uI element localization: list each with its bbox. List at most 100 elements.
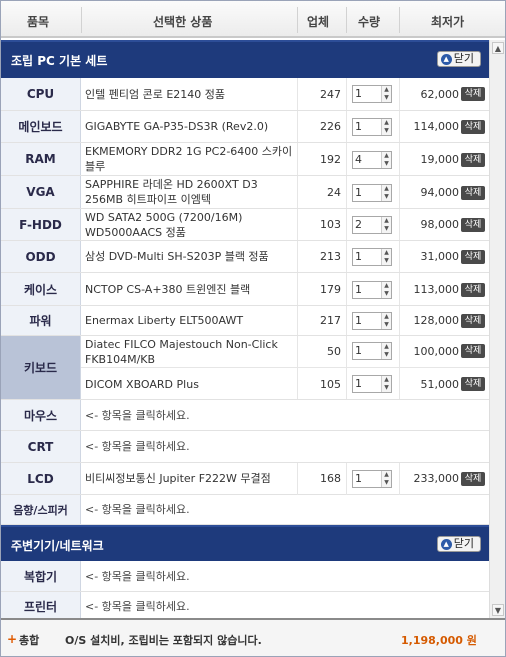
product-name[interactable]: Enermax Liberty ELT500AWT — [85, 306, 295, 335]
product-name[interactable]: WD SATA2 500G (7200/16M) WD5000AACS 정품 — [85, 209, 295, 240]
spin-arrows-icon[interactable]: ▲ ▼ — [381, 217, 391, 233]
delete-button[interactable]: 삭제 — [461, 218, 485, 232]
delete-button[interactable]: 삭제 — [461, 87, 485, 101]
quantity-stepper[interactable]: 1 ▲ ▼ — [352, 342, 392, 360]
price: 98,000 — [420, 218, 460, 231]
quantity-stepper[interactable]: 1 ▲ ▼ — [352, 375, 392, 393]
category-hdd[interactable]: F-HDD — [1, 209, 81, 240]
table-row: VGA SAPPHIRE 라데온 HD 2600XT D3 256MB 히트파이… — [1, 176, 489, 209]
vendor-count: 168 — [320, 472, 341, 485]
price: 233,000 — [413, 472, 460, 485]
vendor-count: 50 — [327, 345, 341, 358]
product-name[interactable]: 비티씨정보통신 Jupiter F222W 무결점 — [85, 463, 295, 494]
category-cpu[interactable]: CPU — [1, 78, 81, 110]
quantity-stepper[interactable]: 2 ▲ ▼ — [352, 216, 392, 234]
table-row: 음향/스피커 <- 항목을 클릭하세요. — [1, 495, 489, 525]
vendor-count: 103 — [320, 218, 341, 231]
delete-button[interactable]: 삭제 — [461, 377, 485, 391]
category-vga[interactable]: VGA — [1, 176, 81, 208]
product-name[interactable]: 삼성 DVD-Multi SH-S203P 블랙 정품 — [85, 241, 295, 272]
vertical-scrollbar[interactable]: ▲ ▼ — [489, 40, 505, 618]
category-lcd[interactable]: LCD — [1, 463, 81, 494]
category-case[interactable]: 케이스 — [1, 273, 81, 305]
spin-arrows-icon[interactable]: ▲ ▼ — [381, 343, 391, 359]
delete-button[interactable]: 삭제 — [461, 283, 485, 297]
product-name[interactable]: 인텔 펜티엄 콘로 E2140 정품 — [85, 78, 295, 110]
table-row: 마우스 <- 항목을 클릭하세요. — [1, 400, 489, 431]
table-row: RAM EKMEMORY DDR2 1G PC2-6400 스카이블루 192 … — [1, 143, 489, 176]
delete-button[interactable]: 삭제 — [461, 314, 485, 328]
table-row: 메인보드 GIGABYTE GA-P35-DS3R (Rev2.0) 226 1… — [1, 111, 489, 143]
product-name[interactable]: DICOM XBOARD Plus — [85, 368, 295, 400]
quantity-stepper[interactable]: 1 ▲ ▼ — [352, 85, 392, 103]
spin-arrows-icon[interactable]: ▲ ▼ — [381, 152, 391, 168]
category-power[interactable]: 파워 — [1, 306, 81, 335]
category-printer[interactable]: 프린터 — [1, 592, 81, 618]
category-mainboard[interactable]: 메인보드 — [1, 111, 81, 142]
vendor-count: 217 — [320, 314, 341, 327]
quantity-stepper[interactable]: 1 ▲ ▼ — [352, 118, 392, 136]
product-name[interactable]: GIGABYTE GA-P35-DS3R (Rev2.0) — [85, 111, 295, 142]
price: 94,000 — [420, 185, 460, 199]
total-price: 1,198,000 원 — [401, 634, 477, 647]
product-name[interactable]: Diatec FILCO Majestouch Non-Click FKB104… — [85, 336, 295, 367]
category-mfp[interactable]: 복합기 — [1, 561, 81, 591]
scroll-down-icon[interactable]: ▼ — [492, 604, 504, 616]
collapse-button[interactable]: ▲ 닫기 — [436, 536, 481, 552]
product-name[interactable]: SAPPHIRE 라데온 HD 2600XT D3 256MB 히트파이프 이엠… — [85, 176, 295, 208]
spin-arrows-icon[interactable]: ▲ ▼ — [381, 282, 391, 298]
collapse-icon: ▲ — [440, 53, 452, 65]
delete-button[interactable]: 삭제 — [461, 344, 485, 358]
price: 100,000 — [413, 345, 460, 358]
header-qty: 수량 — [358, 15, 381, 29]
spin-arrows-icon[interactable]: ▲ ▼ — [381, 185, 391, 201]
table-row: 복합기 <- 항목을 클릭하세요. — [1, 561, 489, 592]
total-label: 총합 — [19, 634, 40, 647]
plus-icon: + — [7, 632, 18, 646]
price: 113,000 — [413, 282, 460, 296]
category-crt[interactable]: CRT — [1, 431, 81, 462]
spin-arrows-icon[interactable]: ▲ ▼ — [381, 471, 391, 487]
spin-arrows-icon[interactable]: ▲ ▼ — [381, 313, 391, 329]
table-row: F-HDD WD SATA2 500G (7200/16M) WD5000AAC… — [1, 209, 489, 241]
cart-panel: 품목 선택한 상품 업체 수량 최저가 조립 PC 기본 세트 ▲ 닫기 CPU… — [0, 0, 506, 657]
section-title: 주변기기/네트워크 — [11, 539, 104, 553]
collapse-button[interactable]: ▲ 닫기 — [436, 51, 481, 67]
vendor-count: 247 — [320, 87, 341, 101]
category-mouse[interactable]: 마우스 — [1, 400, 81, 430]
section-basic-set: 조립 PC 기본 세트 ▲ 닫기 — [1, 40, 489, 78]
price: 31,000 — [420, 250, 460, 263]
spin-arrows-icon[interactable]: ▲ ▼ — [381, 119, 391, 135]
quantity-stepper[interactable]: 1 ▲ ▼ — [352, 281, 392, 299]
delete-button[interactable]: 삭제 — [461, 472, 485, 486]
table-row: ODD 삼성 DVD-Multi SH-S203P 블랙 정품 213 1 ▲ ▼ … — [1, 241, 489, 273]
quantity-stepper[interactable]: 1 ▲ ▼ — [352, 248, 392, 266]
cart-body: 조립 PC 기본 세트 ▲ 닫기 CPU 인텔 펜티엄 콘로 E2140 정품 … — [1, 40, 489, 618]
empty-hint: <- 항목을 클릭하세요. — [85, 408, 190, 422]
price: 19,000 — [420, 152, 460, 166]
quantity-stepper[interactable]: 4 ▲ ▼ — [352, 151, 392, 169]
category-ram[interactable]: RAM — [1, 143, 81, 175]
product-name[interactable]: NCTOP CS-A+380 트윈엔진 블랙 — [85, 273, 295, 305]
scroll-up-icon[interactable]: ▲ — [492, 42, 504, 54]
category-odd[interactable]: ODD — [1, 241, 81, 272]
quantity-stepper[interactable]: 1 ▲ ▼ — [352, 184, 392, 202]
delete-button[interactable]: 삭제 — [461, 250, 485, 264]
spin-arrows-icon[interactable]: ▲ ▼ — [381, 249, 391, 265]
quantity-stepper[interactable]: 1 ▲ ▼ — [352, 470, 392, 488]
spin-arrows-icon[interactable]: ▲ ▼ — [381, 376, 391, 392]
delete-button[interactable]: 삭제 — [461, 153, 485, 167]
header-category: 품목 — [27, 15, 50, 29]
vendor-count: 192 — [320, 152, 341, 166]
category-keyboard[interactable]: 키보드 — [1, 336, 81, 399]
product-name[interactable]: EKMEMORY DDR2 1G PC2-6400 스카이블루 — [85, 143, 295, 175]
total-note: O/S 설치비, 조립비는 포함되지 않습니다. — [65, 634, 262, 647]
price: 62,000 — [420, 87, 460, 101]
spin-arrows-icon[interactable]: ▲ ▼ — [381, 86, 391, 102]
delete-button[interactable]: 삭제 — [461, 120, 485, 134]
category-speaker[interactable]: 음향/스피커 — [1, 495, 81, 524]
vendor-count: 105 — [320, 377, 341, 391]
table-row: 케이스 NCTOP CS-A+380 트윈엔진 블랙 179 1 ▲ ▼ 113,0… — [1, 273, 489, 306]
quantity-stepper[interactable]: 1 ▲ ▼ — [352, 312, 392, 330]
delete-button[interactable]: 삭제 — [461, 186, 485, 200]
